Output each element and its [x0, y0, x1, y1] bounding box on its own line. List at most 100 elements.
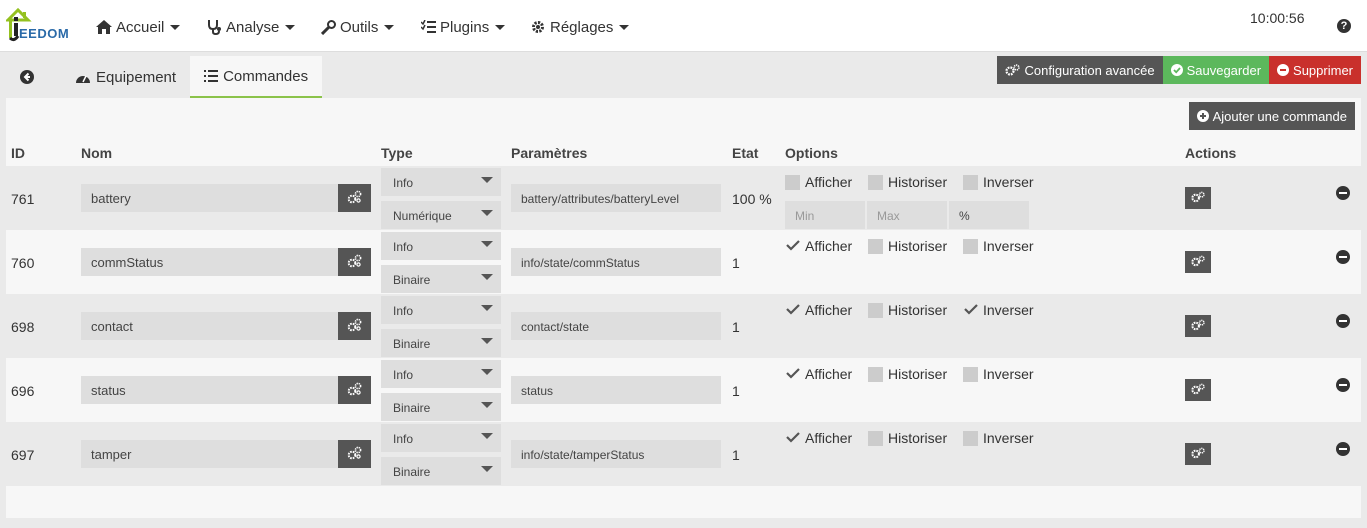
history-checkbox[interactable] [868, 238, 883, 254]
cmd-config-button[interactable] [1185, 315, 1211, 337]
gear-icon [530, 19, 546, 35]
option-invert[interactable]: Inverser [963, 302, 1034, 318]
option-history[interactable]: Historiser [868, 174, 947, 190]
cmd-subtype-select[interactable]: Binaire [381, 393, 501, 421]
show-checkbox[interactable] [785, 174, 800, 190]
option-label: Inverser [983, 238, 1034, 254]
option-show[interactable]: Afficher [785, 174, 852, 190]
plus-circle-icon [1196, 110, 1209, 122]
cmd-icon-picker-button[interactable] [338, 440, 371, 468]
cmd-name-input[interactable]: contact [81, 312, 339, 340]
invert-checkbox[interactable] [963, 366, 978, 382]
option-history[interactable]: Historiser [868, 238, 947, 254]
cmd-config-button[interactable] [1185, 251, 1211, 273]
nav-menu-label: Accueil [116, 18, 165, 36]
remove-cmd-icon[interactable] [1336, 250, 1350, 264]
nav-menu-outils[interactable]: Outils [320, 17, 395, 37]
cmd-subtype-select[interactable]: Numérique [381, 201, 501, 229]
flag-icon [347, 254, 362, 271]
cmd-config-button[interactable] [1185, 443, 1211, 465]
cmd-id: 696 [11, 383, 35, 399]
delete-button[interactable]: Supprimer [1269, 56, 1361, 84]
max-input[interactable]: Max [867, 201, 947, 229]
show-checkbox[interactable] [785, 239, 800, 254]
cmd-name-input[interactable]: commStatus [81, 248, 339, 276]
option-show[interactable]: Afficher [785, 238, 852, 254]
show-checkbox[interactable] [785, 367, 800, 382]
history-checkbox[interactable] [868, 174, 883, 190]
invert-checkbox[interactable] [963, 174, 978, 190]
help-icon[interactable]: ? [1337, 19, 1351, 33]
option-invert[interactable]: Inverser [963, 174, 1034, 190]
cmd-param-input[interactable]: status [511, 376, 721, 404]
nav-menu-plugins[interactable]: Plugins [420, 17, 506, 37]
min-input[interactable]: Min [785, 201, 865, 229]
show-checkbox[interactable] [785, 303, 800, 318]
remove-cmd-icon[interactable] [1336, 186, 1350, 200]
save-button[interactable]: Sauvegarder [1162, 56, 1270, 84]
cmd-subtype-select[interactable]: Binaire [381, 329, 501, 357]
flag-icon [347, 318, 362, 335]
remove-cmd-icon[interactable] [1336, 314, 1350, 328]
tab-equipement[interactable]: Equipement [53, 56, 190, 98]
invert-checkbox[interactable] [963, 430, 978, 446]
tab-back[interactable] [6, 56, 53, 98]
nav-menu-reglages[interactable]: Réglages [530, 17, 630, 37]
cmd-icon-picker-button[interactable] [338, 376, 371, 404]
option-label: Inverser [983, 302, 1034, 318]
cmd-icon-picker-button[interactable] [338, 184, 371, 212]
option-label: Historiser [888, 174, 948, 190]
advanced-config-button[interactable]: Configuration avancée [997, 56, 1163, 84]
option-history[interactable]: Historiser [868, 430, 947, 446]
option-show[interactable]: Afficher [785, 302, 852, 318]
remove-cmd-icon[interactable] [1336, 442, 1350, 456]
cmd-config-button[interactable] [1185, 187, 1211, 209]
cmd-subtype-select[interactable]: Binaire [381, 457, 501, 485]
cmd-param-input[interactable]: info/state/commStatus [511, 248, 721, 276]
cogs-icon [1191, 190, 1205, 206]
tab-label: Commandes [223, 67, 309, 85]
caret-down-icon [481, 466, 493, 472]
cmd-type-select[interactable]: Info [381, 168, 501, 196]
cmd-type-select[interactable]: Info [381, 424, 501, 452]
cmd-name-input[interactable]: status [81, 376, 339, 404]
cmd-config-button[interactable] [1185, 379, 1211, 401]
jeedom-logo[interactable]: EEDOM [6, 6, 78, 44]
top-actions: Configuration avancée Sauvegarder Suppri… [997, 56, 1361, 84]
option-show[interactable]: Afficher [785, 430, 852, 446]
option-invert[interactable]: Inverser [963, 238, 1034, 254]
option-history[interactable]: Historiser [868, 366, 947, 382]
nav-menu-accueil[interactable]: Accueil [96, 17, 181, 37]
cmd-type-select[interactable]: Info [381, 360, 501, 388]
invert-checkbox[interactable] [963, 238, 978, 254]
check-circle-icon [1170, 64, 1183, 76]
nav-menu-analyse[interactable]: Analyse [206, 17, 296, 37]
option-show[interactable]: Afficher [785, 366, 852, 382]
history-checkbox[interactable] [868, 302, 883, 318]
add-command-button[interactable]: Ajouter une commande [1188, 102, 1355, 130]
cmd-name-input[interactable]: tamper [81, 440, 339, 468]
option-label: Historiser [888, 430, 948, 446]
cmd-state: 1 [732, 447, 740, 463]
option-invert[interactable]: Inverser [963, 366, 1034, 382]
cmd-param-input[interactable]: battery/attributes/batteryLevel [511, 184, 721, 212]
remove-cmd-icon[interactable] [1336, 378, 1350, 392]
option-history[interactable]: Historiser [868, 302, 947, 318]
option-invert[interactable]: Inverser [963, 430, 1034, 446]
cmd-name-input[interactable]: battery [81, 184, 339, 212]
tab-commandes[interactable]: Commandes [190, 56, 323, 98]
history-checkbox[interactable] [868, 366, 883, 382]
cmd-type-select[interactable]: Info [381, 232, 501, 260]
cmd-icon-picker-button[interactable] [338, 312, 371, 340]
show-checkbox[interactable] [785, 431, 800, 446]
unit-input[interactable]: % [949, 201, 1029, 229]
table-row: 696 status Info Binaire status 1 Afficher Histo… [6, 358, 1361, 422]
option-label: Afficher [805, 174, 853, 190]
history-checkbox[interactable] [868, 430, 883, 446]
cmd-param-input[interactable]: contact/state [511, 312, 721, 340]
invert-checkbox[interactable] [963, 303, 978, 318]
cmd-icon-picker-button[interactable] [338, 248, 371, 276]
cmd-type-select[interactable]: Info [381, 296, 501, 324]
cmd-subtype-select[interactable]: Binaire [381, 265, 501, 293]
cmd-param-input[interactable]: info/state/tamperStatus [511, 440, 721, 468]
